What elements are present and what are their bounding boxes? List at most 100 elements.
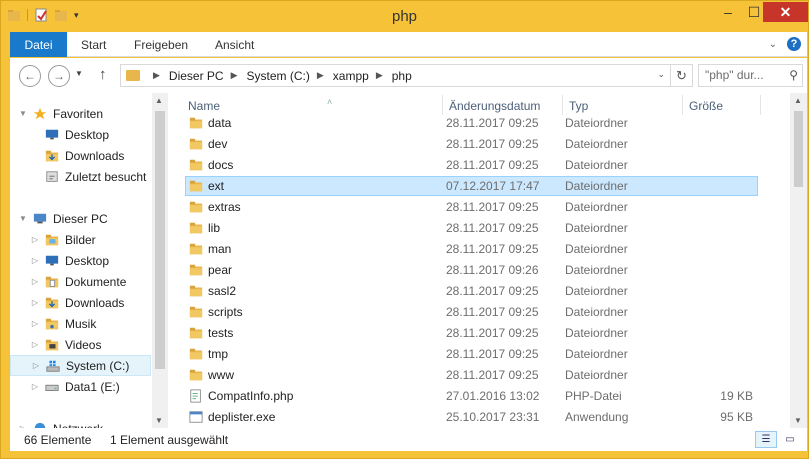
recent-icon [44, 170, 60, 184]
nav-item-label: Downloads [65, 148, 125, 163]
tab-start[interactable]: Start [81, 32, 106, 57]
nav-item-favoriten[interactable]: ▼ Favoriten [10, 103, 151, 124]
tab-view[interactable]: Ansicht [215, 32, 254, 57]
nav-item-dokumente[interactable]: ▷ Dokumente [10, 271, 151, 292]
details-view-icon[interactable]: ☰ [755, 431, 777, 448]
file-name: data [208, 116, 232, 130]
collapsed-chevron-icon[interactable]: ▷ [30, 256, 40, 265]
nav-item-label: Dieser PC [53, 211, 108, 226]
file-name: sasl2 [208, 284, 237, 298]
chevron-right-icon[interactable]: ▶ [317, 70, 324, 81]
scroll-down-icon[interactable]: ▼ [155, 416, 163, 425]
crumb-system-drive[interactable]: System (C:) [247, 69, 310, 83]
collapsed-chevron-icon[interactable]: ▷ [30, 277, 40, 286]
nav-item-musik[interactable]: ▷ Musik [10, 313, 151, 334]
table-row[interactable]: CompatInfo.php 27.01.2016 13:02 PHP-Datei 1… [185, 386, 758, 406]
table-row[interactable]: sasl2 28.11.2017 09:25 Dateiordner [185, 281, 758, 301]
column-divider[interactable] [442, 95, 443, 115]
nav-item-system-c[interactable]: ▷ System (C:) [10, 355, 151, 376]
file-scrollbar[interactable]: ▲ ▼ [790, 93, 807, 428]
table-row[interactable]: lib 28.11.2017 09:25 Dateiordner [185, 218, 758, 238]
expanded-chevron-icon[interactable]: ▼ [18, 109, 28, 118]
folder-icon [188, 137, 204, 151]
chevron-right-icon[interactable]: ▶ [231, 70, 238, 81]
collapsed-chevron-icon[interactable]: ▷ [30, 235, 40, 244]
collapsed-chevron-icon[interactable]: ▷ [31, 361, 41, 370]
search-icon[interactable]: ⚲ [789, 65, 798, 86]
search-input[interactable]: "php" dur... ⚲ [698, 64, 803, 87]
back-button[interactable]: ← [19, 65, 41, 87]
large-icons-view-icon[interactable]: ▭ [779, 431, 801, 448]
nav-item-label: System (C:) [66, 358, 130, 373]
crumb-xampp[interactable]: xampp [333, 69, 369, 83]
file-list: Name ˄ Änderungsdatum Typ Größe data 28.1… [168, 93, 807, 428]
nav-item-data1-e[interactable]: ▷ Data1 (E:) [10, 376, 151, 397]
table-row[interactable]: scripts 28.11.2017 09:25 Dateiordner [185, 302, 758, 322]
table-row[interactable]: ext 07.12.2017 17:47 Dateiordner [185, 176, 758, 196]
nav-item-dieser-pc[interactable]: ▼ Dieser PC [10, 208, 151, 229]
nav-item-downloads[interactable]: Downloads [10, 145, 151, 166]
crumb-this-pc[interactable]: Dieser PC [169, 69, 224, 83]
file-name: www [208, 368, 234, 382]
refresh-icon[interactable]: ↻ [670, 65, 692, 86]
chevron-right-icon[interactable]: ▶ [376, 70, 383, 81]
table-row[interactable]: pear 28.11.2017 09:26 Dateiordner [185, 260, 758, 280]
expand-ribbon-icon[interactable]: ⌄ [769, 39, 777, 50]
nav-item-bilder[interactable]: ▷ Bilder [10, 229, 151, 250]
minimize-button[interactable]: – [715, 2, 741, 22]
table-row[interactable]: docs 28.11.2017 09:25 Dateiordner [185, 155, 758, 175]
file-type: Dateiordner [565, 305, 628, 319]
star-icon [32, 107, 48, 121]
table-row[interactable]: data 28.11.2017 09:25 Dateiordner [185, 113, 758, 133]
up-button[interactable]: ↑ [99, 66, 107, 83]
column-divider[interactable] [562, 95, 563, 115]
address-dropdown-icon[interactable]: ⌄ [657, 69, 665, 80]
file-type: Anwendung [565, 410, 629, 424]
file-name: pear [208, 263, 233, 277]
folder-icon [188, 179, 204, 193]
nav-item-netzwerk[interactable]: ▷Netzwerk [10, 418, 151, 428]
scroll-up-icon[interactable]: ▲ [155, 96, 163, 105]
nav-item-label: Data1 (E:) [65, 379, 120, 394]
table-row[interactable]: deplister.exe 25.10.2017 23:31 Anwendung 95… [185, 407, 758, 427]
nav-item-downloads[interactable]: ▷ Downloads [10, 292, 151, 313]
column-divider[interactable] [682, 95, 683, 115]
folder-icon [188, 347, 204, 361]
tab-file[interactable]: Datei [10, 32, 67, 57]
chevron-right-icon[interactable]: ▶ [153, 70, 160, 81]
table-row[interactable]: tmp 28.11.2017 09:25 Dateiordner [185, 344, 758, 364]
music-icon [44, 317, 60, 331]
file-name: ext [208, 179, 225, 193]
expanded-chevron-icon[interactable]: ▼ [18, 214, 28, 223]
address-bar[interactable]: ▶ Dieser PC ▶ System (C:) ▶ xampp ▶ php … [120, 64, 693, 87]
ribbon-controls: ⌄ ? [769, 37, 801, 51]
table-row[interactable]: www 28.11.2017 09:25 Dateiordner [185, 365, 758, 385]
column-divider[interactable] [760, 95, 761, 115]
table-row[interactable]: extras 28.11.2017 09:25 Dateiordner [185, 197, 758, 217]
nav-scrollbar[interactable]: ▲ ▼ [152, 93, 168, 428]
table-row[interactable]: tests 28.11.2017 09:25 Dateiordner [185, 323, 758, 343]
scroll-up-icon[interactable]: ▲ [794, 96, 802, 105]
nav-item-desktop[interactable]: Desktop [10, 124, 151, 145]
collapsed-chevron-icon[interactable]: ▷ [30, 319, 40, 328]
forward-button[interactable]: → [48, 65, 70, 87]
table-row[interactable]: dev 28.11.2017 09:25 Dateiordner [185, 134, 758, 154]
recent-locations-icon[interactable]: ▼ [75, 69, 83, 78]
nav-item-desktop[interactable]: ▷ Desktop [10, 250, 151, 271]
collapsed-chevron-icon[interactable]: ▷ [30, 340, 40, 349]
collapsed-chevron-icon[interactable]: ▷ [30, 382, 40, 391]
file-type: Dateiordner [565, 242, 628, 256]
nav-item-zuletzt-besucht[interactable]: Zuletzt besucht [10, 166, 151, 187]
scroll-thumb[interactable] [794, 111, 803, 187]
scroll-down-icon[interactable]: ▼ [794, 416, 802, 425]
collapsed-chevron-icon[interactable]: ▷ [30, 298, 40, 307]
table-row[interactable]: man 28.11.2017 09:25 Dateiordner [185, 239, 758, 259]
nav-item-label: Musik [65, 316, 97, 331]
nav-item-videos[interactable]: ▷ Videos [10, 334, 151, 355]
sort-ascending-icon: ˄ [327, 97, 333, 107]
scroll-thumb[interactable] [155, 111, 165, 369]
close-button[interactable]: ✕ [763, 2, 808, 22]
help-icon[interactable]: ? [787, 37, 801, 51]
crumb-php[interactable]: php [392, 69, 412, 83]
tab-share[interactable]: Freigeben [134, 32, 188, 57]
